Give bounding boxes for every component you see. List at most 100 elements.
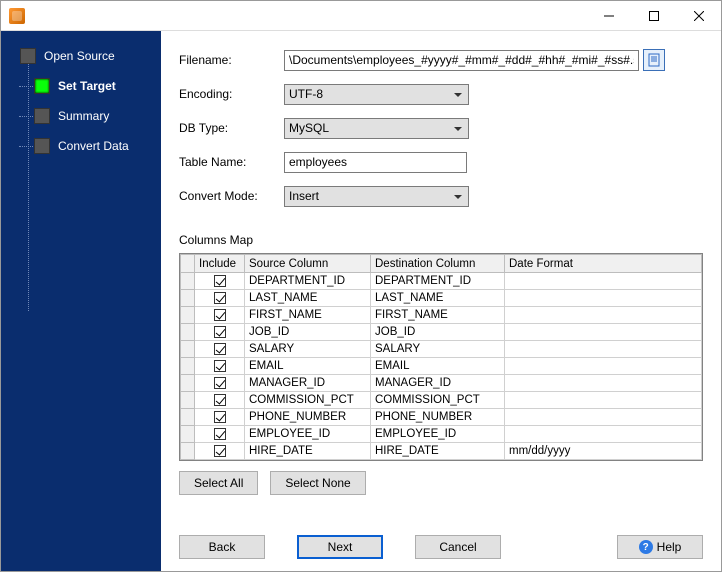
row-handle[interactable]: [181, 375, 195, 392]
date-format-cell[interactable]: [505, 341, 702, 358]
source-column-cell[interactable]: MANAGER_ID: [245, 375, 371, 392]
date-format-cell[interactable]: [505, 358, 702, 375]
browse-button[interactable]: [643, 49, 665, 71]
date-format-cell[interactable]: [505, 307, 702, 324]
date-format-cell[interactable]: mm/dd/yyyy: [505, 443, 702, 460]
date-format-cell[interactable]: [505, 392, 702, 409]
source-column-cell[interactable]: LAST_NAME: [245, 290, 371, 307]
dest-column-cell[interactable]: FIRST_NAME: [371, 307, 505, 324]
dest-column-cell[interactable]: COMMISSION_PCT: [371, 392, 505, 409]
date-format-cell[interactable]: [505, 426, 702, 443]
table-row[interactable]: LAST_NAMELAST_NAME: [181, 290, 702, 307]
step-convert-data[interactable]: Convert Data: [1, 131, 161, 161]
header-include[interactable]: Include: [195, 255, 245, 273]
include-checkbox[interactable]: [214, 360, 226, 372]
include-cell[interactable]: [195, 273, 245, 290]
header-dest[interactable]: Destination Column: [371, 255, 505, 273]
filename-input[interactable]: [284, 50, 639, 71]
source-column-cell[interactable]: PHONE_NUMBER: [245, 409, 371, 426]
dest-column-cell[interactable]: EMAIL: [371, 358, 505, 375]
include-cell[interactable]: [195, 409, 245, 426]
date-format-cell[interactable]: [505, 409, 702, 426]
include-cell[interactable]: [195, 324, 245, 341]
table-row[interactable]: JOB_IDJOB_ID: [181, 324, 702, 341]
date-format-cell[interactable]: [505, 290, 702, 307]
tablename-input[interactable]: [284, 152, 467, 173]
include-checkbox[interactable]: [214, 292, 226, 304]
row-handle[interactable]: [181, 324, 195, 341]
step-set-target[interactable]: Set Target: [1, 71, 161, 101]
date-format-cell[interactable]: [505, 324, 702, 341]
include-checkbox[interactable]: [214, 428, 226, 440]
include-cell[interactable]: [195, 358, 245, 375]
source-column-cell[interactable]: FIRST_NAME: [245, 307, 371, 324]
maximize-button[interactable]: [631, 1, 676, 31]
convertmode-select[interactable]: Insert: [284, 186, 469, 207]
help-button[interactable]: ? Help: [617, 535, 703, 559]
table-row[interactable]: MANAGER_IDMANAGER_ID: [181, 375, 702, 392]
include-checkbox[interactable]: [214, 411, 226, 423]
include-checkbox[interactable]: [214, 445, 226, 457]
dbtype-select[interactable]: MySQL: [284, 118, 469, 139]
table-row[interactable]: COMMISSION_PCTCOMMISSION_PCT: [181, 392, 702, 409]
row-handle[interactable]: [181, 341, 195, 358]
include-checkbox[interactable]: [214, 394, 226, 406]
include-cell[interactable]: [195, 341, 245, 358]
minimize-button[interactable]: [586, 1, 631, 31]
dest-column-cell[interactable]: JOB_ID: [371, 324, 505, 341]
include-checkbox[interactable]: [214, 275, 226, 287]
table-row[interactable]: EMPLOYEE_IDEMPLOYEE_ID: [181, 426, 702, 443]
include-cell[interactable]: [195, 375, 245, 392]
dest-column-cell[interactable]: LAST_NAME: [371, 290, 505, 307]
include-checkbox[interactable]: [214, 326, 226, 338]
header-source[interactable]: Source Column: [245, 255, 371, 273]
dest-column-cell[interactable]: EMPLOYEE_ID: [371, 426, 505, 443]
source-column-cell[interactable]: EMAIL: [245, 358, 371, 375]
row-handle[interactable]: [181, 358, 195, 375]
source-column-cell[interactable]: JOB_ID: [245, 324, 371, 341]
table-row[interactable]: SALARYSALARY: [181, 341, 702, 358]
source-column-cell[interactable]: SALARY: [245, 341, 371, 358]
dest-column-cell[interactable]: PHONE_NUMBER: [371, 409, 505, 426]
step-summary[interactable]: Summary: [1, 101, 161, 131]
close-button[interactable]: [676, 1, 721, 31]
row-handle[interactable]: [181, 307, 195, 324]
table-row[interactable]: PHONE_NUMBERPHONE_NUMBER: [181, 409, 702, 426]
source-column-cell[interactable]: HIRE_DATE: [245, 443, 371, 460]
source-column-cell[interactable]: EMPLOYEE_ID: [245, 426, 371, 443]
source-column-cell[interactable]: DEPARTMENT_ID: [245, 273, 371, 290]
encoding-select[interactable]: UTF-8: [284, 84, 469, 105]
row-handle[interactable]: [181, 290, 195, 307]
table-row[interactable]: EMAILEMAIL: [181, 358, 702, 375]
include-cell[interactable]: [195, 392, 245, 409]
step-open-source[interactable]: Open Source: [1, 41, 161, 71]
select-all-button[interactable]: Select All: [179, 471, 258, 495]
row-handle[interactable]: [181, 273, 195, 290]
cancel-button[interactable]: Cancel: [415, 535, 501, 559]
date-format-cell[interactable]: [505, 375, 702, 392]
include-checkbox[interactable]: [214, 309, 226, 321]
include-cell[interactable]: [195, 290, 245, 307]
include-checkbox[interactable]: [214, 377, 226, 389]
date-format-cell[interactable]: [505, 273, 702, 290]
row-handle[interactable]: [181, 426, 195, 443]
header-datefmt[interactable]: Date Format: [505, 255, 702, 273]
dest-column-cell[interactable]: SALARY: [371, 341, 505, 358]
table-row[interactable]: DEPARTMENT_IDDEPARTMENT_ID: [181, 273, 702, 290]
include-cell[interactable]: [195, 443, 245, 460]
dest-column-cell[interactable]: HIRE_DATE: [371, 443, 505, 460]
include-cell[interactable]: [195, 426, 245, 443]
back-button[interactable]: Back: [179, 535, 265, 559]
row-handle[interactable]: [181, 443, 195, 460]
include-cell[interactable]: [195, 307, 245, 324]
include-checkbox[interactable]: [214, 343, 226, 355]
dest-column-cell[interactable]: MANAGER_ID: [371, 375, 505, 392]
row-handle[interactable]: [181, 409, 195, 426]
next-button[interactable]: Next: [297, 535, 383, 559]
table-row[interactable]: FIRST_NAMEFIRST_NAME: [181, 307, 702, 324]
select-none-button[interactable]: Select None: [270, 471, 365, 495]
source-column-cell[interactable]: COMMISSION_PCT: [245, 392, 371, 409]
row-handle[interactable]: [181, 392, 195, 409]
table-row[interactable]: HIRE_DATEHIRE_DATEmm/dd/yyyy: [181, 443, 702, 460]
dest-column-cell[interactable]: DEPARTMENT_ID: [371, 273, 505, 290]
